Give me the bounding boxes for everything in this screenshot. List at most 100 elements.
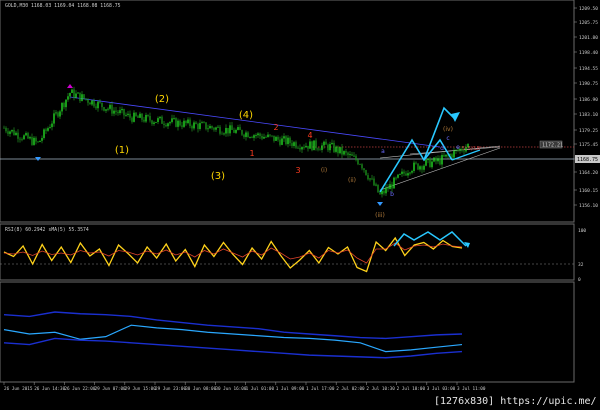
candle-body: [165, 124, 167, 127]
candle-body: [325, 141, 327, 145]
candle-body: [79, 92, 81, 101]
candle-body: [143, 119, 145, 122]
marked-price-label: 1172.21: [542, 143, 563, 149]
candle-body: [3, 127, 5, 129]
candle-body: [65, 99, 67, 108]
candle-body: [171, 118, 173, 123]
candle-body: [431, 161, 433, 168]
candle-body: [303, 147, 305, 148]
candle-body: [201, 122, 203, 124]
time-tick-label: 30 Jun 08:00: [185, 386, 216, 392]
candle-body: [121, 108, 123, 111]
candle-body: [397, 174, 399, 178]
candle-body: [413, 162, 415, 171]
candle-body: [243, 134, 245, 137]
candle-body: [153, 122, 155, 124]
candle-body: [343, 151, 345, 155]
candle-body: [93, 100, 95, 107]
candle-body: [147, 114, 149, 117]
candle-body: [205, 122, 207, 130]
candle-body: [297, 147, 299, 149]
candle-body: [309, 141, 311, 149]
candle-body: [157, 118, 159, 122]
time-tick-label: 26 Jun 22:00: [64, 386, 95, 392]
candle-body: [73, 89, 75, 98]
candle-body: [195, 122, 197, 125]
candle-body: [313, 140, 315, 151]
candle-body: [183, 120, 185, 127]
candle-body: [217, 126, 219, 128]
candle-body: [259, 133, 261, 137]
candle-body: [209, 126, 211, 129]
candle-body: [227, 127, 229, 134]
candle-body: [409, 172, 411, 174]
time-tick-label: 2 Jul 10:30: [366, 386, 395, 392]
candle-body: [345, 151, 347, 153]
candle-body: [119, 110, 121, 114]
candle-body: [453, 150, 455, 158]
candle-body: [151, 120, 153, 124]
candle-body: [293, 142, 295, 146]
candle-body: [335, 146, 337, 152]
candle-body: [69, 92, 71, 97]
candle-body: [187, 119, 189, 124]
candle-body: [211, 126, 213, 128]
candle-body: [49, 127, 51, 129]
candle-body: [101, 102, 103, 108]
candle-body: [287, 137, 289, 145]
candle-body: [341, 147, 343, 155]
time-tick-label: 29 Jun 15:00: [125, 386, 156, 392]
candle-body: [19, 138, 21, 140]
candle-body: [207, 128, 209, 130]
candle-body: [17, 132, 19, 139]
price-tick-label: 1183.10: [579, 112, 598, 118]
candle-body: [215, 127, 217, 130]
candle-body: [283, 136, 285, 139]
candle-body: [7, 131, 9, 134]
price-pane[interactable]: [0, 0, 575, 223]
time-tick-label: 26 Jun 14:30: [34, 386, 65, 392]
candle-body: [141, 113, 143, 120]
price-tick-label: 1209.50: [579, 6, 598, 12]
candle-body: [9, 131, 11, 134]
candle-body: [245, 132, 247, 137]
candle-body: [159, 116, 161, 119]
candle-body: [95, 106, 97, 109]
candle-body: [415, 162, 417, 164]
candle-body: [387, 187, 389, 190]
candle-body: [347, 152, 349, 156]
candle-body: [117, 111, 119, 114]
candle-body: [179, 120, 181, 126]
candle-body: [193, 122, 195, 129]
candle-body: [129, 113, 131, 118]
candle-body: [351, 154, 353, 156]
candle-body: [279, 139, 281, 145]
candle-body: [361, 164, 363, 169]
candle-body: [405, 173, 407, 176]
candle-body: [123, 108, 125, 116]
candle-body: [111, 104, 113, 114]
candle-body: [109, 104, 111, 109]
candle-body: [63, 103, 65, 108]
candle-body: [299, 148, 301, 150]
rsi-level-32-label: 32: [578, 262, 584, 268]
wave-label: c: [446, 135, 449, 142]
rsi-header: RSI(8) 60.2942 sMA(5) 55.3574: [5, 227, 89, 233]
candle-body: [395, 177, 397, 179]
time-tick-label: 29 Jun 07:00: [95, 386, 126, 392]
candle-body: [323, 141, 325, 146]
candle-body: [45, 129, 47, 131]
time-tick-label: 2 Jul 02:00: [336, 386, 365, 392]
candle-body: [289, 137, 291, 144]
candle-body: [53, 113, 55, 124]
candle-body: [77, 92, 79, 94]
candle-body: [367, 175, 369, 180]
candle-body: [353, 155, 355, 157]
watermark-text: [1276x830] https://upic.me/: [434, 396, 597, 407]
candle-body: [423, 165, 425, 170]
candle-body: [249, 137, 251, 138]
candle-body: [337, 146, 339, 154]
candle-body: [389, 184, 391, 190]
candle-body: [145, 114, 147, 122]
candle-body: [61, 103, 63, 112]
